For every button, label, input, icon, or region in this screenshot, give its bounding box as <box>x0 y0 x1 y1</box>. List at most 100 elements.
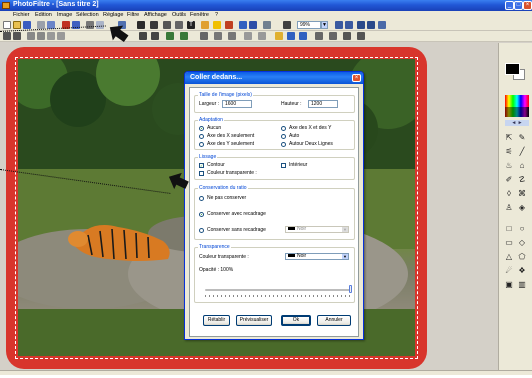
new-file-icon[interactable] <box>3 21 11 29</box>
contrast-plus-icon[interactable] <box>57 32 65 40</box>
menu-fenetre[interactable]: Fenêtre <box>190 12 209 18</box>
menu-fichier[interactable]: Fichier <box>13 12 30 18</box>
reset-button[interactable]: Rétablir <box>203 315 230 326</box>
magic-wand-icon[interactable] <box>213 21 221 29</box>
ratio-with-crop-radio[interactable] <box>199 212 204 217</box>
palette-scroll-arrows[interactable]: ◄ ► <box>505 120 529 126</box>
tools-icon[interactable] <box>357 32 365 40</box>
flip-vertical-icon[interactable] <box>287 32 295 40</box>
menu-selection[interactable]: Sélection <box>76 12 99 18</box>
triangle-selection-icon[interactable]: △ <box>504 252 514 262</box>
grayscale-icon[interactable] <box>166 32 174 40</box>
ratio-color-select[interactable]: Noir ▼ <box>285 226 349 233</box>
pipette-tool-icon[interactable]: ✎ <box>517 133 527 143</box>
transparent-color-icon[interactable] <box>201 21 209 29</box>
adaptation-y-radio[interactable] <box>199 142 204 147</box>
actual-size-icon[interactable] <box>357 21 365 29</box>
lasso-selection-icon[interactable]: ☄ <box>504 266 514 276</box>
opacity-slider-track[interactable] <box>205 289 352 291</box>
cool-icon[interactable] <box>258 32 266 40</box>
gamma-plus-icon[interactable] <box>151 32 159 40</box>
height-field[interactable]: 1200 <box>308 100 338 108</box>
close-button[interactable]: × <box>523 1 532 10</box>
ratio-without-crop-radio[interactable] <box>199 228 204 233</box>
zoom-level-field[interactable]: 99% <box>297 21 321 29</box>
rounded-selection-icon[interactable]: ▭ <box>504 238 514 248</box>
opacity-slider-thumb[interactable] <box>349 285 352 293</box>
ratio-none-radio[interactable] <box>199 196 204 201</box>
save-icon[interactable] <box>23 21 31 29</box>
selection-invert-icon[interactable]: ▥ <box>517 280 527 290</box>
ellipse-selection-icon[interactable]: ○ <box>517 224 527 234</box>
noise-icon[interactable] <box>228 32 236 40</box>
dialog-close-button[interactable]: × <box>352 74 361 82</box>
brush-tool-icon[interactable]: ✐ <box>504 175 514 185</box>
interior-checkbox[interactable] <box>281 163 286 168</box>
gamma-minus-icon[interactable] <box>139 32 147 40</box>
rectangle-selection-icon[interactable]: □ <box>504 224 514 234</box>
dialog-title-bar[interactable]: Coller dedans... × <box>185 72 363 84</box>
menu-image[interactable]: Image <box>57 12 72 18</box>
contrast-auto-icon[interactable] <box>13 32 21 40</box>
fit-window-icon[interactable] <box>367 21 375 29</box>
contour-checkbox[interactable]: ✓ <box>199 163 204 168</box>
text-tool-icon[interactable]: T <box>187 21 195 29</box>
pointer-tool-icon[interactable]: ⇱ <box>504 133 514 143</box>
menu-filtre[interactable]: Filtre <box>127 12 139 18</box>
browser-icon[interactable] <box>239 21 247 29</box>
zoom-in-icon[interactable] <box>335 21 343 29</box>
transparency-color-select[interactable]: Noir ▼ <box>285 253 349 260</box>
zoom-fit-icon[interactable] <box>283 21 291 29</box>
preview-button[interactable]: Prévisualiser <box>236 315 272 326</box>
blur-icon[interactable] <box>200 32 208 40</box>
maximize-button[interactable]: □ <box>514 1 523 10</box>
zoom-out-icon[interactable] <box>345 21 353 29</box>
mask-icon[interactable] <box>315 32 323 40</box>
frame-icon[interactable] <box>329 32 337 40</box>
fill-tool-icon[interactable]: ♨ <box>504 161 514 171</box>
stamp-tool-icon[interactable]: ♙ <box>504 203 514 213</box>
polygon-selection-icon[interactable]: ⬠ <box>517 252 527 262</box>
sharpen-icon[interactable] <box>214 32 222 40</box>
menu-reglage[interactable]: Réglage <box>103 12 124 18</box>
plugin-icon[interactable] <box>225 21 233 29</box>
transparent-color-checkbox[interactable] <box>199 171 204 176</box>
zoom-dropdown-arrow[interactable]: ▼ <box>321 21 328 29</box>
open-folder-icon[interactable] <box>13 21 21 29</box>
adaptation-x-radio[interactable] <box>199 134 204 139</box>
minimize-button[interactable]: _ <box>505 1 514 10</box>
adaptation-auto-radio[interactable] <box>281 134 286 139</box>
width-field[interactable]: 1600 <box>222 100 252 108</box>
adaptation-none-radio[interactable] <box>199 126 204 131</box>
line-tool-icon[interactable]: ╱ <box>517 147 527 157</box>
blur-tool-icon[interactable]: ◊ <box>504 189 514 199</box>
adaptation-xy-radio[interactable] <box>281 126 286 131</box>
adaptation-two-lines-radio[interactable] <box>281 142 286 147</box>
levels-auto-icon[interactable] <box>3 32 11 40</box>
cut-icon[interactable] <box>86 21 94 29</box>
screen-mode-icon[interactable] <box>378 21 386 29</box>
cancel-button[interactable]: Annuler <box>317 315 351 326</box>
foreground-color-swatch[interactable] <box>505 63 520 75</box>
rotate-icon[interactable] <box>299 32 307 40</box>
color-palette-shades[interactable] <box>505 107 529 117</box>
image-size-icon[interactable] <box>137 21 145 29</box>
color-palette[interactable] <box>505 95 529 107</box>
menu-affichage[interactable]: Affichage <box>144 12 167 18</box>
transform-tool-icon[interactable]: ◈ <box>517 203 527 213</box>
flip-horizontal-icon[interactable] <box>275 32 283 40</box>
ok-button[interactable]: Ok <box>281 315 311 326</box>
magic-wand-tool-icon[interactable]: ⚟ <box>504 147 514 157</box>
duplicate-icon[interactable] <box>175 21 183 29</box>
menu-help[interactable]: ? <box>215 12 218 18</box>
shape-selection-icon[interactable]: ❖ <box>517 266 527 276</box>
selection-mode-icon[interactable]: ▣ <box>504 280 514 290</box>
warm-icon[interactable] <box>244 32 252 40</box>
clone-tool-icon[interactable]: ⌘ <box>517 189 527 199</box>
brightness-minus-icon[interactable] <box>27 32 35 40</box>
fullscreen-icon[interactable] <box>249 21 257 29</box>
sepia-icon[interactable] <box>180 32 188 40</box>
menu-edition[interactable]: Edition <box>35 12 52 18</box>
brightness-plus-icon[interactable] <box>37 32 45 40</box>
settings-icon[interactable] <box>343 32 351 40</box>
